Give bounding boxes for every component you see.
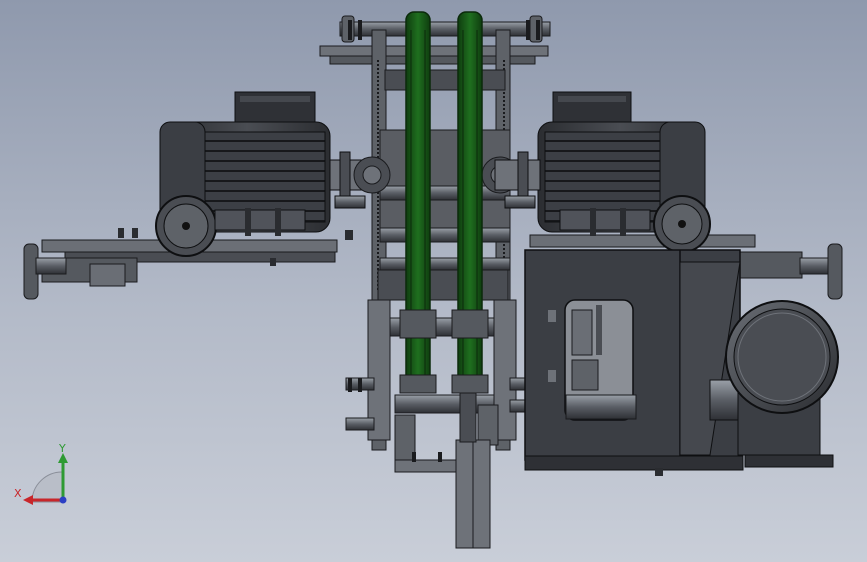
triad-plane-marker [31,471,64,503]
coordinate-triad: Y X [14,442,68,505]
right-conveyor-belt[interactable] [451,11,489,394]
x-axis-arrowhead [23,495,33,505]
x-axis-label: X [14,487,22,500]
gearbox-housing[interactable] [524,249,744,476]
left-conveyor-belt[interactable] [399,11,437,394]
machine-assembly-drawing[interactable] [0,0,867,562]
cad-viewport[interactable]: Y X [0,0,867,562]
center-frame[interactable] [319,15,551,549]
y-axis-label: Y [58,442,66,455]
z-axis-dot [59,496,67,504]
left-motor-assembly[interactable] [23,91,376,300]
